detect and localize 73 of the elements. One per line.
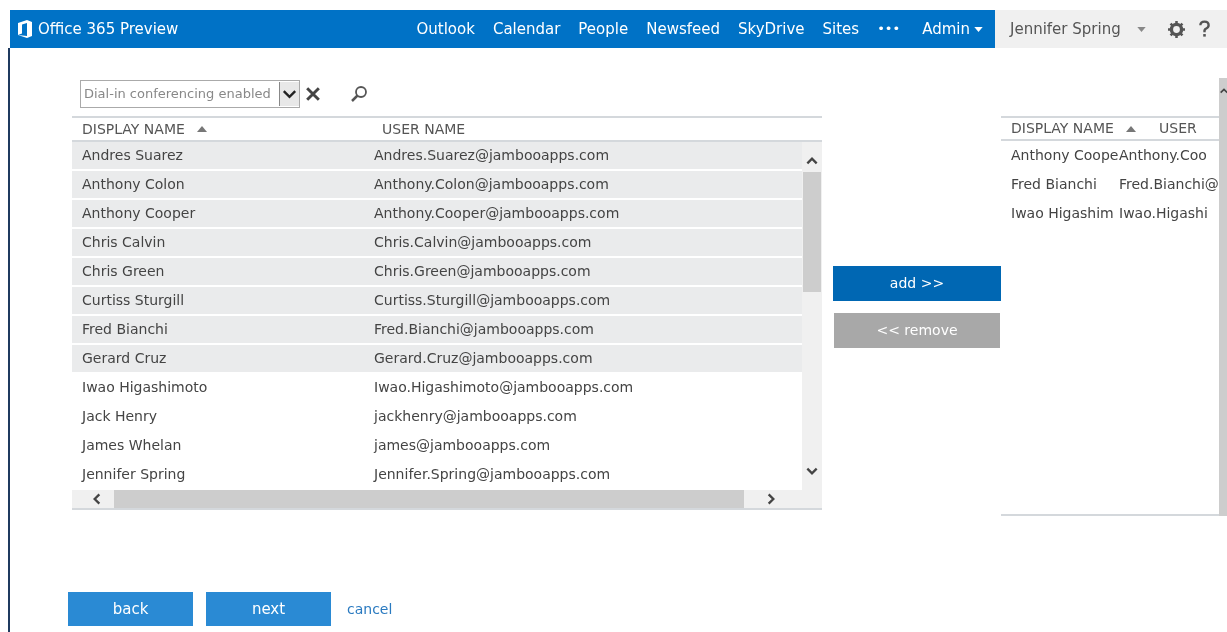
- selected-user-row[interactable]: Iwao Higashim Iwao.Higashi: [1001, 199, 1219, 228]
- user-row[interactable]: Anthony Colon Anthony.Colon@jambooapps.com: [72, 171, 802, 198]
- user-name-cell-text: Gerard.Cruz@jambooapps.com: [374, 349, 593, 368]
- page-scrollbar[interactable]: [1218, 78, 1227, 516]
- sort-ascending-icon: [1125, 125, 1136, 132]
- display-name-cell-text: Andres Suarez: [82, 146, 184, 165]
- display-name-cell-text: Iwao Higashim: [1011, 204, 1115, 223]
- display-name-cell-text: Chris Calvin: [82, 233, 167, 252]
- nav-link[interactable]: SkyDrive: [738, 17, 805, 41]
- settings-icon[interactable]: [1167, 20, 1185, 38]
- nav-link[interactable]: Newsfeed: [646, 17, 720, 41]
- column-header[interactable]: DISPLAY NAME: [1011, 118, 1114, 139]
- user-row[interactable]: Andres Suarez Andres.Suarez@jambooapps.com: [72, 142, 802, 169]
- user-name-cell-text: james@jambooapps.com: [374, 436, 551, 455]
- user-name-cell-text: Iwao.Higashimoto@jambooapps.com: [374, 378, 634, 397]
- selected-user-row[interactable]: Anthony CoopeAnthony.Coo: [1001, 141, 1219, 170]
- display-name-cell-text: Chris Green: [82, 262, 166, 281]
- user-row[interactable]: Chris Green Chris.Green@jambooapps.com: [72, 258, 802, 285]
- nav-link[interactable]: Sites: [822, 17, 860, 41]
- sort-ascending-icon: [196, 126, 207, 132]
- user-row[interactable]: Fred Bianchi Fred.Bianchi@jambooapps.com: [72, 316, 802, 343]
- display-name-cell-text: Curtiss Sturgill: [82, 291, 186, 310]
- selected-user-row[interactable]: Fred Bianchi Fred.Bianchi@: [1001, 170, 1219, 199]
- nav-link[interactable]: People: [578, 17, 629, 41]
- display-name-cell-text: Fred Bianchi: [82, 320, 169, 339]
- display-name-cell-text: Anthony Colon: [82, 175, 186, 194]
- scroll-up-icon[interactable]: [1218, 86, 1227, 96]
- more-nav-link[interactable]: •••: [877, 19, 901, 39]
- user-name-cell-text: Andres.Suarez@jambooapps.com: [374, 146, 609, 165]
- column-header[interactable]: USER: [1159, 118, 1197, 139]
- cancel-link[interactable]: cancel: [347, 598, 393, 620]
- column-header[interactable]: DISPLAY NAME: [82, 118, 185, 140]
- user-row[interactable]: Gerard Cruz Gerard.Cruz@jambooapps.com: [72, 345, 802, 372]
- user-row[interactable]: Curtiss Sturgill Curtiss.Sturgill@jambooapps.com: [72, 287, 802, 314]
- chevron-down-icon: [279, 82, 299, 106]
- user-row[interactable]: Anthony Cooper Anthony.Cooper@jambooapps.com: [72, 200, 802, 227]
- nav-link[interactable]: Outlook: [416, 17, 475, 41]
- display-name-cell-text: Jennifer Spring: [82, 465, 187, 484]
- next-button[interactable]: next: [206, 592, 331, 626]
- help-icon[interactable]: [1198, 20, 1210, 38]
- user-name-cell-text: Fred.Bianchi@: [1119, 175, 1219, 194]
- search-icon[interactable]: [350, 85, 368, 103]
- caret-icon: [1136, 26, 1146, 32]
- nav-link[interactable]: Calendar: [492, 17, 561, 41]
- user-name-cell-text: Anthony.Colon@jambooapps.com: [374, 175, 609, 194]
- close-icon[interactable]: [306, 87, 320, 101]
- add-button[interactable]: add >>: [833, 266, 1001, 301]
- user-name-cell-text: Fred.Bianchi@jambooapps.com: [374, 320, 594, 339]
- user-name-cell-text: Jennifer.Spring@jambooapps.com: [374, 465, 611, 484]
- user-name-cell-text: Chris.Calvin@jambooapps.com: [374, 233, 592, 252]
- user-name-cell-text: Chris.Green@jambooapps.com: [374, 262, 591, 281]
- user-name-cell-text: Anthony.Cooper@jambooapps.com: [374, 204, 620, 223]
- vertical-scrollbar[interactable]: [802, 142, 822, 490]
- app-title[interactable]: Office 365 Preview: [38, 17, 179, 41]
- display-name-cell-text: Fred Bianchi: [1011, 175, 1098, 194]
- user-name-cell-text: jackhenry@jambooapps.com: [374, 407, 577, 426]
- caret-icon: [974, 26, 983, 32]
- user-name-cell-text: Anthony.Coo: [1119, 146, 1207, 165]
- display-name-cell-text: Iwao Higashimoto: [82, 378, 209, 397]
- display-name-cell-text: Gerard Cruz: [82, 349, 168, 368]
- display-name-cell-text: Jack Henry: [82, 407, 159, 426]
- admin-menu[interactable]: Admin: [922, 17, 983, 41]
- back-button[interactable]: back: [68, 592, 193, 626]
- display-name-cell-text: Anthony Coope: [1011, 146, 1119, 165]
- filter-dropdown[interactable]: Dial-in conferencing enabled: [80, 80, 300, 108]
- user-row[interactable]: Chris Calvin Chris.Calvin@jambooapps.com: [72, 229, 802, 256]
- horizontal-scrollbar[interactable]: [72, 490, 822, 510]
- column-header[interactable]: USER NAME: [382, 118, 466, 140]
- office-logo-icon: [18, 20, 32, 38]
- display-name-cell-text: Anthony Cooper: [82, 204, 197, 223]
- user-name-cell-text: Curtiss.Sturgill@jambooapps.com: [374, 291, 611, 310]
- display-name-cell-text: James Whelan: [82, 436, 183, 455]
- user-name-cell-text: Iwao.Higashi: [1119, 204, 1208, 223]
